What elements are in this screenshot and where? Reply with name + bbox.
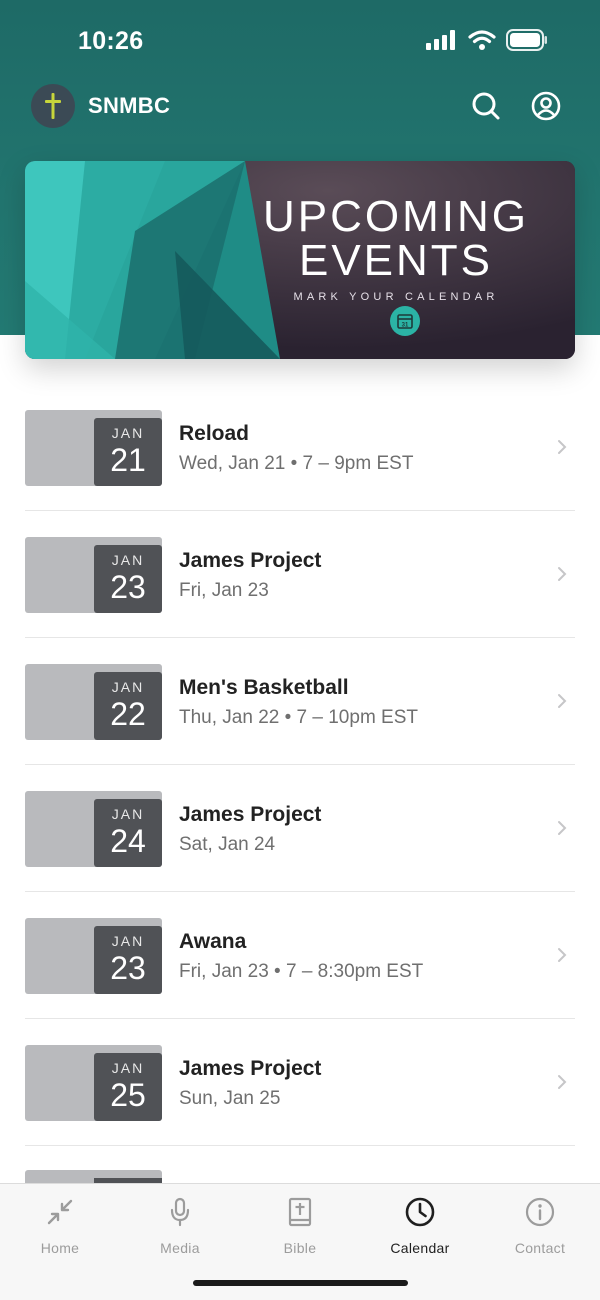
event-month: JAN xyxy=(111,552,145,568)
clock-icon xyxy=(405,1197,435,1227)
event-title: Awana xyxy=(179,930,247,953)
event-row[interactable]: JAN 23 James Project Fri, Jan 23 xyxy=(25,511,575,638)
event-day: 23 xyxy=(110,569,146,605)
event-title: James Project xyxy=(179,549,322,572)
battery-icon xyxy=(506,29,547,51)
event-date-box: JAN 25 xyxy=(94,1053,162,1121)
tab-bible[interactable]: Bible xyxy=(240,1196,360,1256)
event-date-tile: JAN 25 xyxy=(25,1045,162,1121)
event-row[interactable]: JAN 23 Awana Fri, Jan 23 • 7 – 8:30pm ES… xyxy=(25,892,575,1019)
event-date-tile: JAN 24 xyxy=(25,791,162,867)
chevron-right-icon xyxy=(558,694,567,708)
tab-label: Calendar xyxy=(390,1240,450,1256)
search-icon xyxy=(472,92,500,120)
event-subtitle: Thu, Jan 22 • 7 – 10pm EST xyxy=(179,707,419,728)
event-date-box: JAN 23 xyxy=(94,926,162,994)
event-date-box: JAN 24 xyxy=(94,799,162,867)
banner-title: UPCOMING EVENTS MARK YOUR CALENDAR xyxy=(263,192,529,304)
event-row[interactable]: JAN 22 Men's Basketball Thu, Jan 22 • 7 … xyxy=(25,638,575,765)
event-row[interactable]: JAN 25 James Project Sun, Jan 25 xyxy=(25,1019,575,1146)
cross-icon xyxy=(45,93,61,119)
event-title: James Project xyxy=(179,1057,322,1080)
profile-icon xyxy=(531,91,561,121)
calendar-icon-day: 31 xyxy=(402,323,409,329)
banner-subtitle: MARK YOUR CALENDAR xyxy=(293,291,499,303)
event-subtitle: Sat, Jan 24 xyxy=(179,834,276,855)
tab-home[interactable]: Home xyxy=(0,1196,120,1256)
event-day: 21 xyxy=(110,442,146,478)
event-row[interactable]: JAN 21 Reload Wed, Jan 21 • 7 – 9pm EST xyxy=(25,384,575,511)
status-icons xyxy=(426,29,548,51)
event-day: 25 xyxy=(110,1077,146,1113)
app-bar: SNMBC xyxy=(0,80,600,134)
event-row[interactable]: JAN 24 James Project Sat, Jan 24 xyxy=(25,765,575,892)
event-date-tile: JAN 23 xyxy=(25,537,162,613)
event-subtitle: Fri, Jan 23 • 7 – 8:30pm EST xyxy=(179,961,424,982)
wifi-icon xyxy=(468,30,496,50)
event-date-tile: JAN 22 xyxy=(25,664,162,740)
event-title: Men's Basketball xyxy=(179,676,349,699)
tab-label: Media xyxy=(160,1240,200,1256)
chevron-right-icon xyxy=(558,567,567,581)
upcoming-events-banner[interactable]: UPCOMING EVENTS MARK YOUR CALENDAR 31 xyxy=(25,161,575,359)
tab-media[interactable]: Media xyxy=(120,1196,240,1256)
event-day: 24 xyxy=(110,823,146,859)
tab-label: Contact xyxy=(514,1240,566,1256)
church-logo[interactable] xyxy=(31,84,75,128)
event-subtitle: Fri, Jan 23 xyxy=(179,580,269,601)
event-day: 23 xyxy=(110,950,146,986)
bible-icon xyxy=(288,1197,312,1227)
event-month: JAN xyxy=(111,806,145,822)
calendar-icon: 31 xyxy=(397,314,413,329)
info-icon xyxy=(525,1197,555,1227)
microphone-icon xyxy=(170,1197,190,1227)
home-indicator[interactable] xyxy=(193,1280,408,1286)
event-date-tile: JAN 23 xyxy=(25,918,162,994)
event-date-box: JAN 23 xyxy=(94,545,162,613)
banner-title-line1: UPCOMING xyxy=(263,192,529,241)
event-list: JAN 21 Reload Wed, Jan 21 • 7 – 9pm EST … xyxy=(25,384,575,1146)
tab-label: Home xyxy=(40,1240,80,1256)
event-month: JAN xyxy=(111,1060,145,1076)
event-title: James Project xyxy=(179,803,322,826)
event-subtitle: Wed, Jan 21 • 7 – 9pm EST xyxy=(179,453,414,474)
banner-title-line2: EVENTS xyxy=(298,236,494,285)
app-title: SNMBC xyxy=(88,93,171,118)
tab-label: Bible xyxy=(283,1240,317,1256)
event-day: 22 xyxy=(110,696,146,732)
event-date-box: JAN 22 xyxy=(94,672,162,740)
event-date-box: JAN 21 xyxy=(94,418,162,486)
status-bar: 10:26 xyxy=(0,0,600,80)
chevron-right-icon xyxy=(558,821,567,835)
signal-icon xyxy=(426,30,455,50)
tab-calendar[interactable]: Calendar xyxy=(360,1196,480,1256)
chevron-right-icon xyxy=(558,948,567,962)
event-month: JAN xyxy=(111,933,145,949)
status-time: 10:26 xyxy=(78,27,144,55)
event-month: JAN xyxy=(111,425,145,441)
event-month: JAN xyxy=(111,679,145,695)
tab-contact[interactable]: Contact xyxy=(480,1196,600,1256)
event-date-tile: JAN 21 xyxy=(25,410,162,486)
banner-calendar-badge: 31 xyxy=(390,306,420,336)
event-title: Reload xyxy=(179,422,250,445)
chevron-right-icon xyxy=(558,440,567,454)
event-subtitle: Sun, Jan 25 xyxy=(179,1088,281,1109)
profile-button[interactable] xyxy=(528,88,564,124)
search-button[interactable] xyxy=(468,88,504,124)
chevron-right-icon xyxy=(558,1075,567,1089)
collapse-arrows-icon xyxy=(47,1199,73,1225)
